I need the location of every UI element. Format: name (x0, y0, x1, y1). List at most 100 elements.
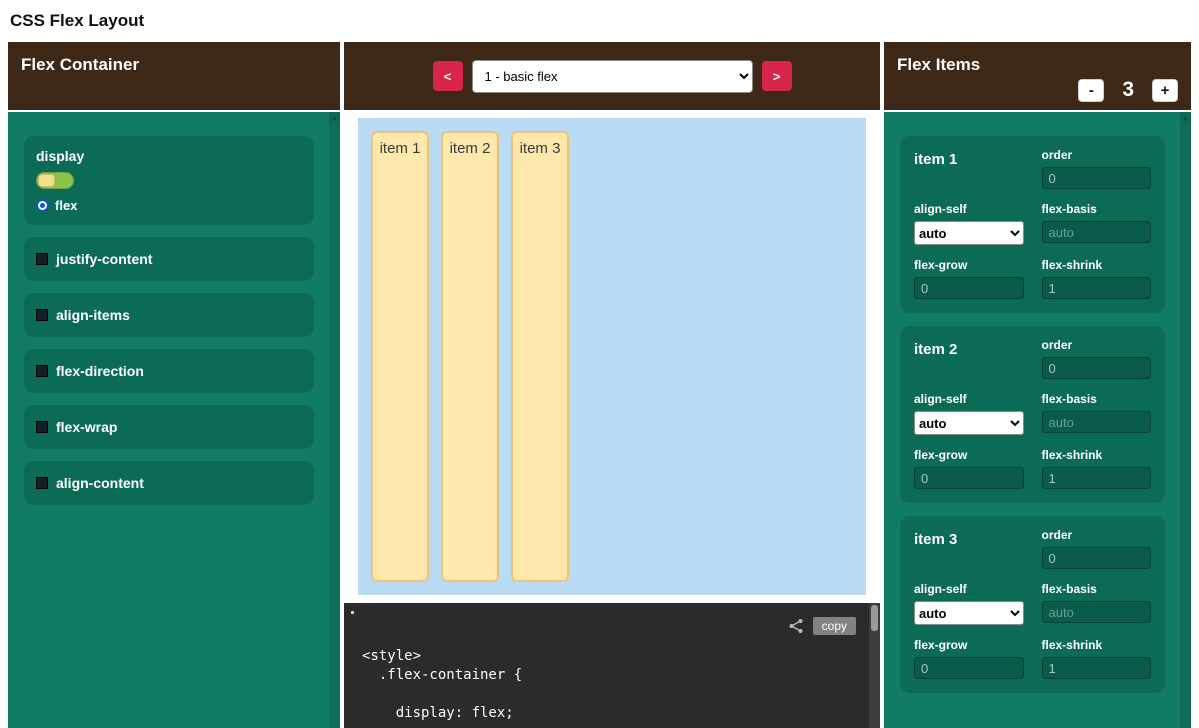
item-1-flex-shrink-field: flex-shrink (1042, 258, 1152, 299)
code-scrollbar[interactable] (869, 603, 880, 728)
right-panel-scrollbar[interactable]: ▲ (1180, 112, 1191, 728)
item-1-flex-grow-field: flex-grow (914, 258, 1024, 299)
code-controls: copy (788, 617, 856, 635)
item-count: 3 (1122, 78, 1134, 102)
item-3-title: item 3 (914, 528, 1024, 569)
flex-shrink-input[interactable] (1042, 277, 1152, 299)
flex-basis-input[interactable] (1042, 601, 1152, 623)
order-input[interactable] (1042, 167, 1152, 189)
flex-grow-label: flex-grow (914, 448, 1024, 462)
align-content-label: align-content (56, 475, 144, 491)
item-1-title: item 1 (914, 148, 1024, 189)
prop-card-flex-direction: flex-direction (24, 349, 314, 393)
share-icon[interactable] (788, 618, 804, 634)
item-1-flex-basis-field: flex-basis (1042, 202, 1152, 245)
flex-preview-container: item 1 item 2 item 3 (358, 118, 866, 595)
copy-button[interactable]: copy (813, 617, 856, 635)
order-input[interactable] (1042, 547, 1152, 569)
align-self-label: align-self (914, 582, 1024, 596)
next-layout-button[interactable]: > (762, 61, 792, 91)
flex-basis-label: flex-basis (1042, 202, 1152, 216)
justify-content-checkbox[interactable] (36, 253, 48, 265)
preview-flex-item-1: item 1 (371, 131, 429, 582)
flex-wrap-label: flex-wrap (56, 419, 117, 435)
order-label: order (1042, 338, 1152, 352)
flex-container-panel-title: Flex Container (21, 55, 139, 74)
prev-layout-button[interactable]: < (433, 61, 463, 91)
prop-card-flex-wrap: flex-wrap (24, 405, 314, 449)
display-card: display flex (24, 136, 314, 225)
flex-radio-label: flex (55, 198, 77, 213)
scroll-up-icon[interactable]: ▲ (1180, 112, 1191, 126)
flex-grow-label: flex-grow (914, 258, 1024, 272)
display-label: display (36, 148, 302, 164)
preview-panel: < 1 - basic flex > item 1 item 2 item 3 (344, 42, 880, 728)
flex-shrink-label: flex-shrink (1042, 448, 1152, 462)
item-2-flex-grow-field: flex-grow (914, 448, 1024, 489)
flex-shrink-input[interactable] (1042, 657, 1152, 679)
remove-item-button[interactable]: - (1078, 79, 1104, 102)
flex-container-panel-body: display flex justify-content align-items (8, 112, 340, 728)
flex-basis-label: flex-basis (1042, 582, 1152, 596)
preview-flex-item-2: item 2 (441, 131, 499, 582)
prop-card-justify-content: justify-content (24, 237, 314, 281)
flex-shrink-label: flex-shrink (1042, 258, 1152, 272)
flex-basis-input[interactable] (1042, 221, 1152, 243)
display-toggle-knob (38, 174, 55, 187)
scroll-up-icon[interactable]: ▲ (329, 112, 340, 126)
align-self-select[interactable]: auto (914, 601, 1024, 625)
align-self-select[interactable]: auto (914, 411, 1024, 435)
page-title: CSS Flex Layout (0, 0, 1199, 42)
item-2-title: item 2 (914, 338, 1024, 379)
align-content-checkbox[interactable] (36, 477, 48, 489)
item-3-flex-basis-field: flex-basis (1042, 582, 1152, 625)
flex-wrap-checkbox[interactable] (36, 421, 48, 433)
align-self-label: align-self (914, 392, 1024, 406)
flex-radio-dot (40, 203, 45, 208)
flex-basis-label: flex-basis (1042, 392, 1152, 406)
item-2-flex-basis-field: flex-basis (1042, 392, 1152, 435)
order-label: order (1042, 148, 1152, 162)
prop-card-align-items: align-items (24, 293, 314, 337)
display-radio-row: flex (36, 198, 302, 213)
item-count-controls: - 3 + (1078, 78, 1178, 102)
flex-direction-label: flex-direction (56, 363, 144, 379)
flex-items-panel: Flex Items - 3 + item 1 order align-self… (884, 42, 1191, 728)
left-panel-scrollbar[interactable]: ▲ (329, 112, 340, 728)
item-3-flex-grow-field: flex-grow (914, 638, 1024, 679)
add-item-button[interactable]: + (1152, 79, 1178, 102)
flex-container-panel: Flex Container display flex justify-cont… (8, 42, 340, 728)
code-scrollbar-thumb[interactable] (871, 605, 878, 631)
prop-card-align-content: align-content (24, 461, 314, 505)
layout-select[interactable]: 1 - basic flex (472, 60, 753, 93)
item-card-2: item 2 order align-self auto flex-basis … (900, 326, 1165, 503)
align-items-checkbox[interactable] (36, 309, 48, 321)
flex-direction-checkbox[interactable] (36, 365, 48, 377)
align-self-label: align-self (914, 202, 1024, 216)
display-toggle[interactable] (36, 172, 74, 189)
flex-items-header: Flex Items - 3 + (884, 42, 1191, 110)
flex-grow-label: flex-grow (914, 638, 1024, 652)
flex-grow-input[interactable] (914, 277, 1024, 299)
align-self-select[interactable]: auto (914, 221, 1024, 245)
flex-radio[interactable] (36, 199, 49, 212)
justify-content-label: justify-content (56, 251, 152, 267)
flex-grow-input[interactable] (914, 657, 1024, 679)
flex-basis-input[interactable] (1042, 411, 1152, 433)
item-1-align-self-field: align-self auto (914, 202, 1024, 245)
item-3-align-self-field: align-self auto (914, 582, 1024, 625)
preview-header: < 1 - basic flex > (344, 42, 880, 110)
item-card-1: item 1 order align-self auto flex-basis … (900, 136, 1165, 313)
flex-container-panel-header: Flex Container (8, 42, 340, 110)
flex-items-panel-body: item 1 order align-self auto flex-basis … (884, 112, 1191, 728)
item-2-order-field: order (1042, 338, 1152, 379)
item-1-order-field: order (1042, 148, 1152, 189)
order-input[interactable] (1042, 357, 1152, 379)
item-3-flex-shrink-field: flex-shrink (1042, 638, 1152, 679)
flex-shrink-input[interactable] (1042, 467, 1152, 489)
flex-grow-input[interactable] (914, 467, 1024, 489)
flex-items-title: Flex Items (897, 55, 1178, 75)
code-dot (351, 611, 354, 614)
item-2-align-self-field: align-self auto (914, 392, 1024, 435)
item-2-flex-shrink-field: flex-shrink (1042, 448, 1152, 489)
